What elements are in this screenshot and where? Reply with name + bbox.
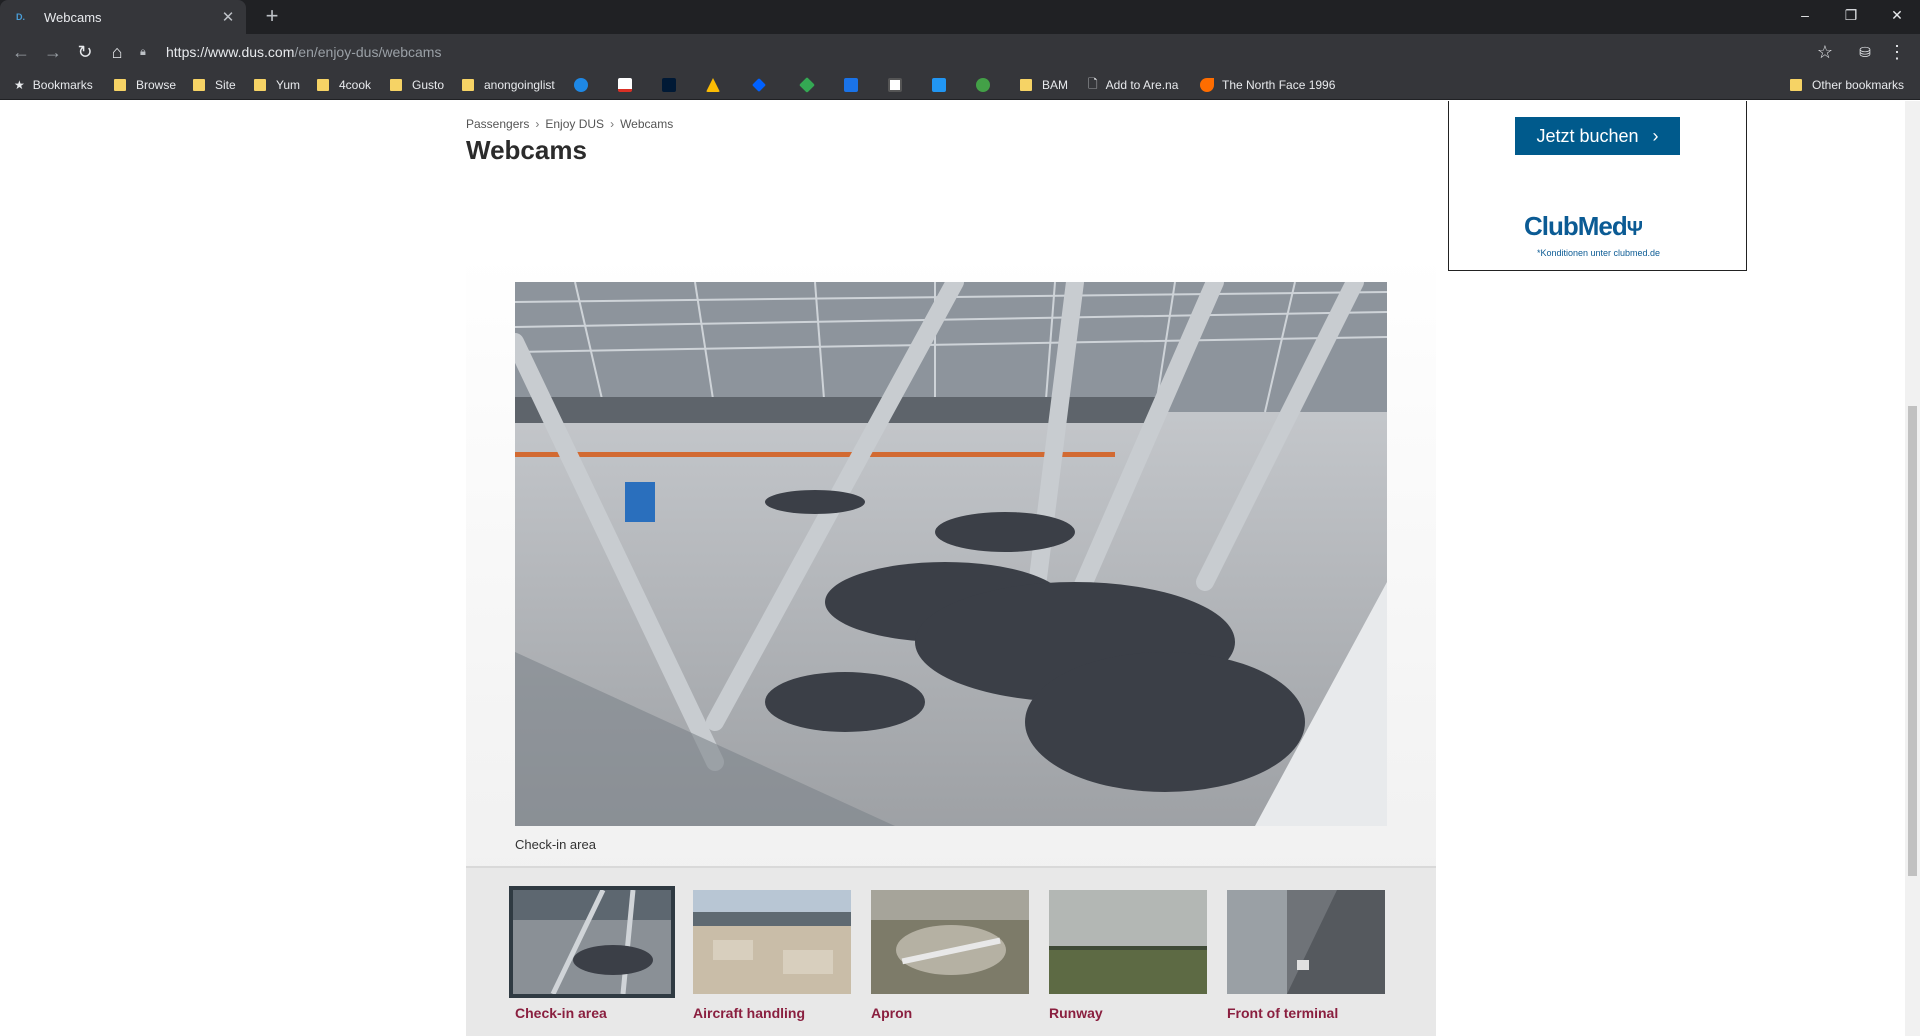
lock-icon: 🔒︎ bbox=[140, 45, 146, 58]
bookmark-north-face[interactable]: The North Face 1996 bbox=[1200, 76, 1335, 94]
new-tab-button[interactable]: + bbox=[260, 5, 284, 29]
tumblr-icon bbox=[662, 78, 676, 92]
thumb-label-check-in-area[interactable]: Check-in area bbox=[515, 1005, 607, 1021]
breadcrumb-webcams: Webcams bbox=[620, 117, 674, 131]
forward-button[interactable]: → bbox=[40, 39, 66, 65]
thumb-apron[interactable] bbox=[871, 890, 1029, 994]
webcam-image[interactable] bbox=[515, 282, 1387, 826]
thumb-label-aircraft-handling[interactable]: Aircraft handling bbox=[693, 1005, 805, 1021]
bookmark-anongoinglist[interactable]: anongoinglist bbox=[462, 76, 555, 94]
thumb-check-in-area[interactable] bbox=[509, 886, 675, 998]
app-icon bbox=[844, 78, 858, 92]
folder-icon bbox=[1790, 79, 1802, 91]
bookmark-gmail[interactable] bbox=[618, 76, 632, 94]
page-title: Webcams bbox=[466, 135, 587, 165]
extension-icon[interactable]: ⛁ bbox=[1852, 39, 1878, 65]
webcam-caption: Check-in area bbox=[515, 837, 596, 852]
bookmark-4cook[interactable]: 4cook bbox=[317, 76, 371, 94]
star-icon: ★ bbox=[14, 78, 25, 92]
close-window-button[interactable]: ✕ bbox=[1874, 0, 1920, 30]
web-page: Passengers › Enjoy DUS › Webcams Webcams… bbox=[0, 101, 1920, 1036]
browser-tab[interactable]: D. Webcams ✕ bbox=[0, 0, 246, 34]
webcam-thumbnails: Check-in area Aircraft handling Apron Ru… bbox=[466, 866, 1436, 1036]
site-icon bbox=[1200, 78, 1214, 92]
drive-icon bbox=[706, 78, 720, 92]
url-host: https://www.dus.com bbox=[166, 44, 295, 60]
bookmark-add-to-arena[interactable]: 🗋︎ Add to Are.na bbox=[1088, 76, 1178, 94]
folder-icon bbox=[390, 79, 402, 91]
home-button[interactable]: ⌂ bbox=[104, 39, 130, 65]
app-icon bbox=[799, 77, 815, 93]
minimize-button[interactable]: – bbox=[1782, 0, 1828, 30]
breadcrumb: Passengers › Enjoy DUS › Webcams bbox=[466, 117, 673, 131]
bookmark-yum[interactable]: Yum bbox=[254, 76, 300, 94]
bookmarks-bar: ★ Bookmarks Browse Site Yum 4cook Gusto a… bbox=[0, 70, 1920, 100]
bookmark-app-5[interactable] bbox=[932, 76, 946, 94]
chevron-right-icon: › bbox=[1652, 125, 1659, 146]
breadcrumb-enjoy-dus[interactable]: Enjoy DUS bbox=[545, 117, 604, 131]
clubmed-ad[interactable]: Jetzt buchen › ClubMedΨ *Konditionen unte… bbox=[1448, 101, 1747, 271]
close-tab-icon[interactable]: ✕ bbox=[220, 8, 236, 26]
webcam-panel: Check-in area Check-in area Aircraft han… bbox=[466, 254, 1436, 1036]
bookmark-tumblr[interactable] bbox=[662, 76, 676, 94]
app-icon bbox=[574, 78, 588, 92]
trident-icon: Ψ bbox=[1626, 218, 1643, 240]
bookmark-bam[interactable]: BAM bbox=[1020, 76, 1068, 94]
folder-icon bbox=[1020, 79, 1032, 91]
bookmark-app-4[interactable] bbox=[888, 76, 902, 94]
folder-icon bbox=[254, 79, 266, 91]
book-now-button[interactable]: Jetzt buchen › bbox=[1515, 117, 1680, 155]
reload-button[interactable]: ↻ bbox=[72, 39, 98, 65]
folder-icon bbox=[317, 79, 329, 91]
page-scrollbar[interactable] bbox=[1905, 101, 1920, 1036]
restore-button[interactable]: ❐ bbox=[1828, 0, 1874, 30]
breadcrumb-passengers[interactable]: Passengers bbox=[466, 117, 529, 131]
bookmark-app-2[interactable] bbox=[799, 76, 815, 94]
folder-icon bbox=[462, 79, 474, 91]
app-icon bbox=[888, 78, 902, 92]
browser-toolbar: ← → ↻ ⌂ 🔒︎ https://www.dus.com/en/enjoy-… bbox=[0, 34, 1920, 70]
gmail-icon bbox=[618, 78, 632, 92]
bookmark-app-3[interactable] bbox=[844, 76, 858, 94]
star-bookmark-icon[interactable]: ☆ bbox=[1812, 39, 1838, 65]
bookmark-app-1[interactable] bbox=[574, 76, 588, 94]
folder-icon bbox=[193, 79, 205, 91]
browser-titlebar: D. Webcams ✕ + – ❐ ✕ bbox=[0, 0, 1920, 34]
url-path: /en/enjoy-dus/webcams bbox=[294, 44, 442, 60]
thumb-label-front-of-terminal[interactable]: Front of terminal bbox=[1227, 1005, 1338, 1021]
menu-icon[interactable]: ⋮ bbox=[1884, 39, 1910, 65]
scrollbar-thumb[interactable] bbox=[1908, 406, 1917, 876]
thumb-front-of-terminal[interactable] bbox=[1227, 890, 1385, 994]
folder-icon bbox=[114, 79, 126, 91]
chevron-right-icon: › bbox=[610, 117, 615, 131]
tab-title: Webcams bbox=[44, 9, 102, 25]
site-favicon-icon: D. bbox=[16, 12, 25, 22]
chevron-right-icon: › bbox=[535, 117, 540, 131]
address-bar[interactable]: 🔒︎ https://www.dus.com/en/enjoy-dus/webc… bbox=[140, 39, 1820, 65]
thumb-label-runway[interactable]: Runway bbox=[1049, 1005, 1103, 1021]
bookmark-bookmarks[interactable]: ★ Bookmarks bbox=[14, 76, 93, 94]
page-icon: 🗋︎ bbox=[1088, 76, 1098, 91]
app-icon bbox=[976, 78, 990, 92]
thumb-label-apron[interactable]: Apron bbox=[871, 1005, 912, 1021]
bookmark-drive[interactable] bbox=[706, 76, 720, 94]
clubmed-logo: ClubMedΨ bbox=[1524, 211, 1643, 241]
dropbox-icon bbox=[752, 78, 766, 92]
bookmark-dropbox[interactable] bbox=[752, 76, 766, 94]
back-button[interactable]: ← bbox=[8, 39, 34, 65]
bookmark-gusto[interactable]: Gusto bbox=[390, 76, 444, 94]
bookmark-other[interactable]: Other bookmarks bbox=[1790, 76, 1904, 94]
bookmark-app-6[interactable] bbox=[976, 76, 990, 94]
app-icon bbox=[932, 78, 946, 92]
bookmark-site[interactable]: Site bbox=[193, 76, 236, 94]
thumb-runway[interactable] bbox=[1049, 890, 1207, 994]
bookmark-browse[interactable]: Browse bbox=[114, 76, 176, 94]
thumb-aircraft-handling[interactable] bbox=[693, 890, 851, 994]
ad-fine-print: *Konditionen unter clubmed.de bbox=[1536, 248, 1661, 258]
